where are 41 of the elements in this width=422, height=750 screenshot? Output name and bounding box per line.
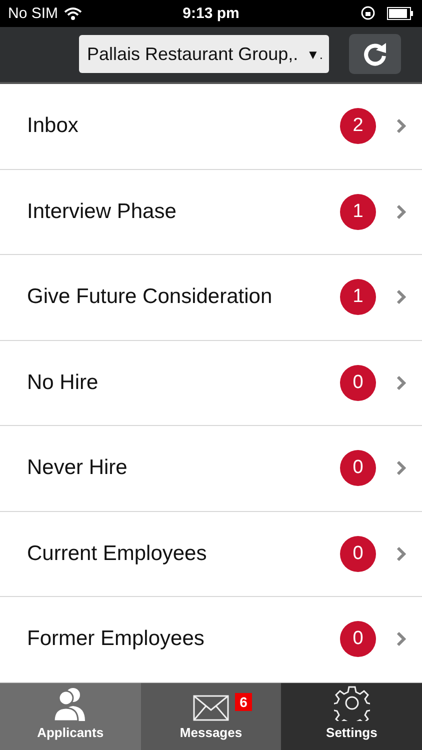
rotation-lock-icon	[361, 6, 375, 20]
unread-badge: 6	[234, 692, 252, 711]
wifi-icon	[64, 6, 82, 20]
count-badge: 0	[340, 450, 376, 486]
chevron-icon	[396, 289, 406, 306]
folder-row[interactable]: Inbox 2	[0, 84, 422, 170]
settings-icon	[334, 685, 370, 721]
row-label: Current Employees	[27, 542, 208, 566]
folder-row[interactable]: Interview Phase 1	[0, 170, 422, 256]
chevron-icon	[396, 546, 406, 562]
tab[interactable]: Messages 6	[140, 682, 282, 750]
chevron-icon	[396, 631, 406, 648]
status-time: 9:13 pm	[182, 4, 240, 22]
row-label: No Hire	[27, 370, 100, 395]
count-badge: 0	[340, 364, 376, 401]
refresh-button[interactable]	[349, 34, 401, 74]
tab[interactable]: Applicants	[0, 682, 141, 750]
row-label: Give Future Consideration	[27, 285, 274, 310]
count-badge: 0	[340, 621, 376, 658]
chevron-icon	[396, 118, 406, 134]
row-label: Never Hire	[27, 456, 128, 480]
folder-row[interactable]: No Hire 0	[0, 340, 422, 426]
chevron-icon	[396, 374, 406, 391]
refresh-icon	[362, 41, 388, 68]
row-label: Inbox	[27, 114, 80, 138]
tab[interactable]: Settings	[281, 682, 422, 750]
restaurant-dropdown[interactable]: Pallais Restaurant Group,. ▼.	[79, 35, 329, 74]
chevron-icon	[396, 460, 406, 476]
chevron-icon	[396, 204, 406, 220]
envelope-icon	[193, 695, 229, 721]
battery-icon	[387, 6, 414, 20]
count-badge: 2	[340, 108, 376, 144]
carrier-label: No SIM	[8, 4, 58, 22]
count-badge: 1	[340, 279, 376, 316]
count-badge: 1	[340, 194, 376, 230]
row-label: Interview Phase	[27, 200, 178, 224]
folder-row[interactable]: Never Hire 0	[0, 426, 422, 512]
count-badge: 0	[340, 536, 376, 572]
row-label: Former Employees	[27, 627, 206, 652]
folder-row[interactable]: Give Future Consideration 1	[0, 255, 422, 341]
folder-row[interactable]: Current Employees 0	[0, 512, 422, 598]
